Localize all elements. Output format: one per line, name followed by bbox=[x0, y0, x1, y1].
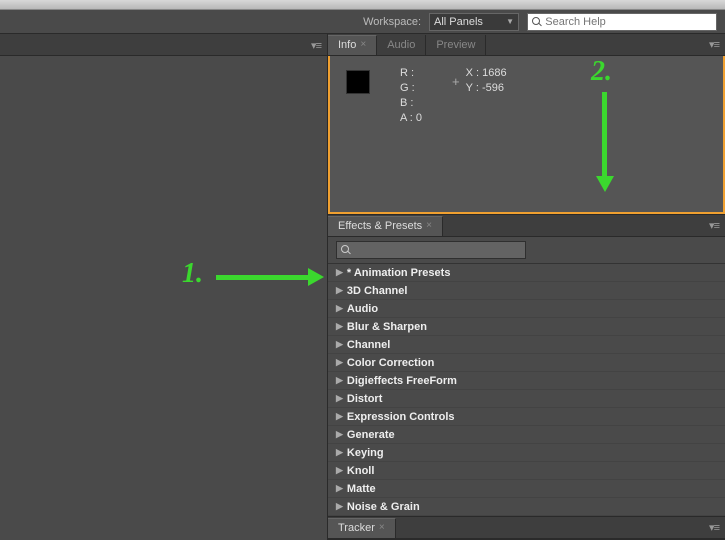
triangle-right-icon: ▶ bbox=[336, 501, 343, 512]
tab-audio[interactable]: Audio bbox=[377, 35, 426, 55]
tab-audio-label: Audio bbox=[387, 35, 415, 55]
effects-category[interactable]: ▶ Audio bbox=[328, 300, 725, 318]
effects-category-label: 3D Channel bbox=[347, 285, 408, 297]
effects-category[interactable]: ▶ Color Correction bbox=[328, 354, 725, 372]
effects-category[interactable]: ▶ Keying bbox=[328, 444, 725, 462]
panel-menu-icon[interactable]: ▾≡ bbox=[709, 521, 719, 534]
panel-menu-icon[interactable]: ▾≡ bbox=[709, 219, 719, 232]
tracker-panel-tabs: Tracker × ▾≡ bbox=[328, 517, 725, 539]
info-panel-tabs: Info × Audio Preview ▾≡ bbox=[328, 34, 725, 56]
y-value: -596 bbox=[482, 82, 504, 94]
tab-preview-label: Preview bbox=[436, 35, 475, 55]
triangle-right-icon: ▶ bbox=[336, 339, 343, 350]
top-toolbar: Workspace: All Panels ▼ bbox=[0, 10, 725, 34]
tracker-tab-label: Tracker bbox=[338, 518, 375, 538]
effects-search[interactable] bbox=[336, 241, 526, 259]
effects-search-row bbox=[328, 237, 725, 263]
effects-category-label: Color Correction bbox=[347, 357, 434, 369]
effects-category[interactable]: ▶ Distort bbox=[328, 390, 725, 408]
close-icon[interactable]: × bbox=[426, 216, 432, 236]
effects-category-label: Matte bbox=[347, 483, 376, 495]
effects-category-label: Distort bbox=[347, 393, 382, 405]
effects-category[interactable]: ▶ Expression Controls bbox=[328, 408, 725, 426]
effects-category-label: Audio bbox=[347, 303, 378, 315]
left-panel-header: ▾≡ bbox=[0, 34, 327, 56]
effects-tab-label: Effects & Presets bbox=[338, 216, 422, 236]
triangle-right-icon: ▶ bbox=[336, 285, 343, 296]
effects-category-label: Generate bbox=[347, 429, 395, 441]
x-label: X : bbox=[466, 67, 479, 79]
effects-list[interactable]: ▶ * Animation Presets ▶ 3D Channel ▶ Audio ▶ Bl… bbox=[328, 263, 725, 516]
close-icon[interactable]: × bbox=[360, 35, 366, 55]
triangle-right-icon: ▶ bbox=[336, 375, 343, 386]
triangle-right-icon: ▶ bbox=[336, 267, 343, 278]
triangle-right-icon: ▶ bbox=[336, 465, 343, 476]
effects-category-label: Channel bbox=[347, 339, 390, 351]
triangle-right-icon: ▶ bbox=[336, 447, 343, 458]
a-label: A : bbox=[400, 112, 413, 124]
effects-category[interactable]: ▶ Generate bbox=[328, 426, 725, 444]
x-value: 1686 bbox=[482, 67, 506, 79]
tracker-panel: Tracker × ▾≡ bbox=[328, 517, 725, 540]
help-search-input[interactable] bbox=[545, 16, 712, 28]
effects-category-label: Keying bbox=[347, 447, 384, 459]
effects-category[interactable]: ▶ Knoll bbox=[328, 462, 725, 480]
effects-category-label: Expression Controls bbox=[347, 411, 455, 423]
panel-menu-icon[interactable]: ▾≡ bbox=[709, 38, 719, 51]
effects-category[interactable]: ▶ Blur & Sharpen bbox=[328, 318, 725, 336]
search-icon bbox=[341, 245, 351, 255]
triangle-right-icon: ▶ bbox=[336, 393, 343, 404]
tab-preview[interactable]: Preview bbox=[426, 35, 486, 55]
a-value: 0 bbox=[416, 112, 422, 124]
tab-effects-presets[interactable]: Effects & Presets × bbox=[328, 216, 443, 236]
effects-category-label: Knoll bbox=[347, 465, 375, 477]
effects-category[interactable]: ▶ Digieffects FreeForm bbox=[328, 372, 725, 390]
tab-info[interactable]: Info × bbox=[328, 35, 377, 55]
effects-category[interactable]: ▶ * Animation Presets bbox=[328, 264, 725, 282]
effects-category-label: Noise & Grain bbox=[347, 501, 420, 513]
triangle-right-icon: ▶ bbox=[336, 357, 343, 368]
color-swatch bbox=[346, 70, 370, 94]
workspace-value: All Panels bbox=[434, 16, 483, 28]
tab-tracker[interactable]: Tracker × bbox=[328, 518, 396, 538]
close-icon[interactable]: × bbox=[379, 518, 385, 538]
effects-category-label: * Animation Presets bbox=[347, 267, 451, 279]
tab-info-label: Info bbox=[338, 35, 356, 55]
g-label: G : bbox=[400, 82, 415, 94]
panel-menu-icon[interactable]: ▾≡ bbox=[311, 39, 321, 52]
y-label: Y : bbox=[466, 82, 479, 94]
window-titlebar bbox=[0, 0, 725, 10]
info-panel: Info × Audio Preview ▾≡ R : G : B : A : … bbox=[328, 34, 725, 215]
r-label: R : bbox=[400, 67, 414, 79]
workspace-label: Workspace: bbox=[363, 16, 421, 28]
left-panel: ▾≡ bbox=[0, 34, 328, 540]
effects-panel: Effects & Presets × ▾≡ ▶ * Animation Pres… bbox=[328, 215, 725, 517]
effects-category[interactable]: ▶ Matte bbox=[328, 480, 725, 498]
rgba-readout: R : G : B : A : 0 bbox=[400, 66, 422, 202]
effects-category[interactable]: ▶ Noise & Grain bbox=[328, 498, 725, 516]
triangle-right-icon: ▶ bbox=[336, 303, 343, 314]
help-search[interactable] bbox=[527, 13, 717, 31]
effects-category-label: Blur & Sharpen bbox=[347, 321, 427, 333]
coord-readout: + X : 1686 Y : -596 bbox=[452, 66, 507, 202]
workspace-dropdown[interactable]: All Panels ▼ bbox=[429, 13, 519, 31]
triangle-right-icon: ▶ bbox=[336, 321, 343, 332]
triangle-right-icon: ▶ bbox=[336, 411, 343, 422]
effects-panel-tabs: Effects & Presets × ▾≡ bbox=[328, 215, 725, 237]
effects-category[interactable]: ▶ 3D Channel bbox=[328, 282, 725, 300]
effects-category[interactable]: ▶ Channel bbox=[328, 336, 725, 354]
triangle-right-icon: ▶ bbox=[336, 483, 343, 494]
b-label: B : bbox=[400, 97, 413, 109]
chevron-down-icon: ▼ bbox=[506, 17, 514, 26]
crosshair-icon: + bbox=[452, 74, 460, 89]
effects-category-label: Digieffects FreeForm bbox=[347, 375, 457, 387]
info-panel-body: R : G : B : A : 0 + X : 1686 Y : -596 bbox=[328, 56, 725, 214]
search-icon bbox=[532, 17, 541, 27]
triangle-right-icon: ▶ bbox=[336, 429, 343, 440]
